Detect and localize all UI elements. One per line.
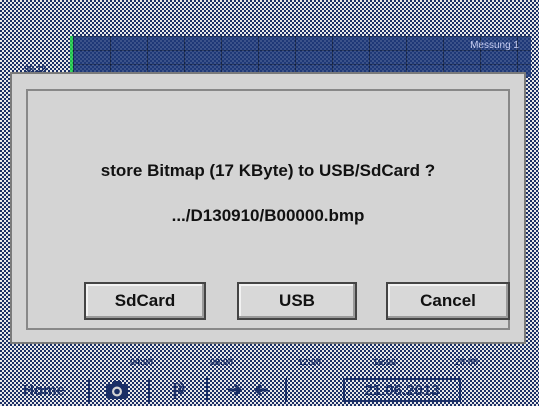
antenna-icon[interactable] (158, 376, 198, 404)
chart-tag: Messung 1 (470, 40, 519, 51)
toolbar-divider (285, 378, 287, 402)
toolbar-divider (148, 378, 150, 402)
time-axis: 04:00 08:00 12:00 16:00 20:00 (0, 357, 539, 371)
time-tick: 08:00 (210, 357, 234, 367)
time-tick: 16:00 (373, 357, 397, 367)
toolbar-divider (206, 378, 208, 402)
chart-area: Messung 1 (70, 36, 531, 77)
dialog-message: store Bitmap (17 KByte) to USB/SdCard ? (100, 161, 436, 180)
toolbar-divider (88, 378, 90, 402)
time-tick: 20:00 (455, 357, 479, 367)
store-bitmap-dialog: store Bitmap (17 KByte) to USB/SdCard ? … (10, 72, 526, 344)
date-display: 21.06.2013 (343, 378, 461, 402)
cancel-button[interactable]: Cancel (386, 282, 510, 320)
home-button[interactable]: Home (2, 376, 86, 404)
time-tick: 12:00 (298, 357, 322, 367)
time-tick: 04:00 (130, 357, 154, 367)
usb-button[interactable]: USB (237, 282, 357, 320)
dialog-file-path: .../D130910/B00000.bmp (171, 206, 365, 225)
camera-icon[interactable] (96, 376, 138, 404)
sdcard-button[interactable]: SdCard (84, 282, 206, 320)
arrows-icon[interactable] (218, 376, 278, 404)
dialog-body: store Bitmap (17 KByte) to USB/SdCard ? … (26, 89, 510, 330)
